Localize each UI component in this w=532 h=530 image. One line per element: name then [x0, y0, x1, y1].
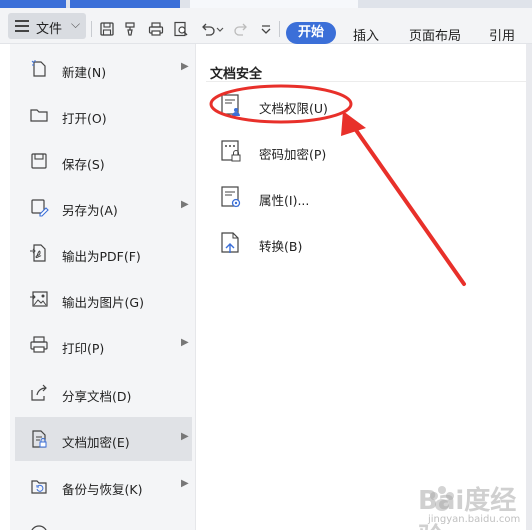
- menu-item-save-as[interactable]: 另存为(A) ▶: [15, 185, 192, 229]
- file-menu-label: 文件: [36, 22, 63, 37]
- tab-page-layout[interactable]: 页面布局: [409, 25, 461, 44]
- toolbar-divider: [279, 21, 280, 37]
- watermark-subtext: jingyan.baidu.com: [428, 514, 521, 525]
- export-pdf-icon: [29, 243, 49, 263]
- encrypt-document-icon: [29, 429, 49, 449]
- menu-item-open[interactable]: 打开(O): [15, 93, 192, 137]
- chevron-right-icon: ▶: [181, 199, 189, 210]
- menu-item-label: 保存(S): [62, 157, 105, 172]
- backup-restore-icon: [29, 476, 49, 496]
- submenu-item-password-encrypt[interactable]: 密码加密(P): [220, 135, 400, 167]
- convert-icon: [220, 231, 242, 255]
- menu-item-label: 文档加密(E): [62, 435, 130, 450]
- menu-item-new[interactable]: 新建(N) ▶: [15, 47, 192, 91]
- menu-item-label: 打印(P): [62, 341, 105, 356]
- submenu-title: 文档安全: [210, 67, 263, 82]
- submenu-item-label: 转换(B): [259, 239, 303, 254]
- print-icon[interactable]: [146, 20, 166, 38]
- window-tab-strip: [0, 0, 532, 8]
- menu-item-label: 分享文档(D): [62, 389, 132, 404]
- menu-item-more[interactable]: [15, 512, 192, 530]
- document-security-submenu: 文档安全 文档权限(U) 密码加密(P) 属性(I)... 转换(B): [196, 44, 532, 530]
- print-icon: [29, 335, 49, 355]
- submenu-item-document-permission[interactable]: 文档权限(U): [220, 89, 400, 121]
- chevron-right-icon: ▶: [181, 61, 189, 72]
- menu-item-encrypt-document[interactable]: 文档加密(E) ▶: [15, 417, 192, 461]
- save-icon[interactable]: [97, 20, 117, 38]
- submenu-item-label: 文档权限(U): [259, 101, 328, 116]
- new-file-icon: [29, 59, 49, 79]
- chevron-down-icon: ⌵: [71, 17, 81, 31]
- window-tab-active[interactable]: [190, 0, 358, 8]
- help-icon: [29, 524, 49, 530]
- chevron-right-icon: ▶: [181, 431, 189, 442]
- save-icon: [29, 151, 49, 171]
- menu-item-label: 输出为图片(G): [62, 295, 144, 310]
- export-image-icon: [29, 289, 49, 309]
- properties-icon: [220, 185, 242, 209]
- menu-item-label: 新建(N): [62, 65, 107, 80]
- file-menu-panel: 新建(N) ▶ 打开(O) 保存(S) 另存为(A) ▶ 输出为PDF(F) 输…: [10, 44, 196, 530]
- submenu-divider: [206, 81, 532, 82]
- format-painter-icon[interactable]: [121, 20, 141, 38]
- share-icon: [29, 383, 49, 403]
- chevron-right-icon: ▶: [181, 337, 189, 348]
- menu-item-label: 备份与恢复(K): [62, 482, 143, 497]
- submenu-item-label: 属性(I)...: [259, 193, 310, 208]
- submenu-item-convert[interactable]: 转换(B): [220, 227, 400, 259]
- menu-item-print[interactable]: 打印(P) ▶: [15, 323, 192, 367]
- print-preview-icon[interactable]: [171, 20, 191, 38]
- scrollbar-track[interactable]: [526, 44, 532, 530]
- menu-item-backup-restore[interactable]: 备份与恢复(K) ▶: [15, 464, 192, 508]
- menu-item-export-pdf[interactable]: 输出为PDF(F): [15, 231, 192, 275]
- window-tab[interactable]: [70, 0, 180, 8]
- undo-dropdown-icon[interactable]: [214, 20, 226, 38]
- chevron-right-icon: ▶: [181, 478, 189, 489]
- redo-icon[interactable]: [231, 20, 251, 38]
- open-folder-icon: [29, 105, 49, 125]
- menu-item-share[interactable]: 分享文档(D): [15, 371, 192, 415]
- submenu-item-properties[interactable]: 属性(I)...: [220, 181, 400, 213]
- menu-item-label: 另存为(A): [62, 203, 118, 218]
- menu-item-export-image[interactable]: 输出为图片(G): [15, 277, 192, 321]
- tab-insert[interactable]: 插入: [353, 25, 379, 44]
- file-menu-button[interactable]: 文件 ⌵: [8, 13, 86, 39]
- window-tab[interactable]: [0, 0, 66, 8]
- menu-item-label: 输出为PDF(F): [62, 249, 141, 264]
- save-as-icon: [29, 197, 49, 217]
- hamburger-icon: [15, 20, 29, 32]
- tab-references[interactable]: 引用: [489, 25, 515, 44]
- password-encrypt-icon: [220, 139, 242, 163]
- tab-start[interactable]: 开始: [286, 22, 336, 44]
- toolbar-divider: [91, 21, 92, 37]
- document-permission-icon: [220, 93, 242, 117]
- menu-item-save[interactable]: 保存(S): [15, 139, 192, 183]
- submenu-item-label: 密码加密(P): [259, 147, 327, 162]
- menu-item-label: 打开(O): [62, 111, 107, 126]
- quick-access-toolbar: 文件 ⌵ 开始 插入 页面布局 引用: [0, 8, 532, 44]
- customize-dropdown-icon[interactable]: [256, 20, 276, 38]
